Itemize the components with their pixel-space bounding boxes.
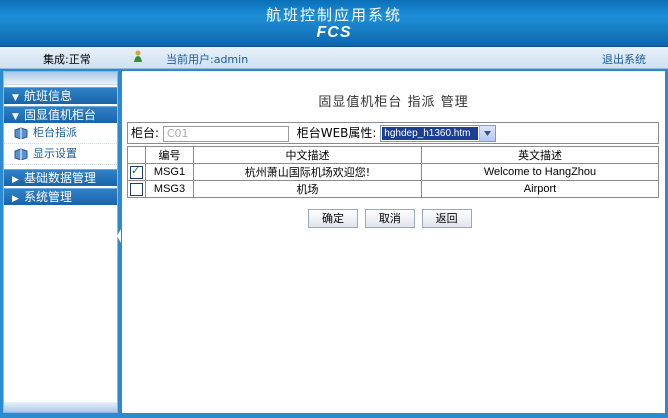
page-title: 固显值机柜台 指派 管理 — [318, 95, 469, 110]
sidebar-item-label: 航班信息 — [24, 89, 73, 103]
table-row: MSG1 杭州萧山国际机场欢迎您! Welcome to HangZhou — [127, 163, 659, 181]
status-bar: 集成:正常 当前用户:admin 退出系统 — [0, 47, 668, 69]
app-logo: FCS — [316, 24, 352, 41]
cancel-button[interactable]: 取消 — [364, 209, 415, 228]
book-icon — [14, 127, 28, 140]
counter-input[interactable] — [162, 125, 289, 142]
back-button[interactable]: 返回 — [421, 209, 472, 228]
row-id: MSG1 — [145, 163, 194, 181]
web-attr-label: 柜台WEB属性: — [296, 126, 377, 140]
sidebar-item-flight-info[interactable]: ▼ 航班信息 — [4, 87, 117, 104]
sidebar-subitem-label: 柜台指派 — [33, 126, 77, 139]
sidebar-item-base-data[interactable]: ▶ 基础数据管理 — [4, 169, 117, 186]
app-header: 航班控制应用系统 FCS — [0, 0, 668, 47]
app-title: 航班控制应用系统 — [265, 6, 402, 24]
message-table: 编号 中文描述 英文描述 MSG1 杭州萧山国际机场欢迎您! Welcome t… — [127, 146, 659, 198]
sidebar-item-system-admin[interactable]: ▶ 系统管理 — [4, 188, 117, 205]
sidebar: ▼ 航班信息 ▼ 固显值机柜台 柜台指派 显示设置 ▶ 基础数据管理 ▶ 系统管理 — [3, 71, 118, 413]
confirm-button[interactable]: 确定 — [308, 209, 358, 228]
sidebar-item-label: 系统管理 — [24, 190, 73, 204]
chevron-right-icon: ▶ — [12, 175, 19, 185]
row-checkbox[interactable] — [130, 164, 143, 179]
book-icon — [14, 148, 28, 161]
column-header-chinese: 中文描述 — [193, 146, 422, 164]
row-checkbox[interactable] — [130, 182, 143, 196]
row-select-cell — [127, 180, 146, 198]
sidebar-subitem-label: 显示设置 — [33, 147, 77, 160]
column-header-english: 英文描述 — [421, 146, 659, 164]
counter-form: 柜台: 柜台WEB属性: hghdep_h1360.htm — [127, 122, 659, 144]
row-id: MSG3 — [145, 180, 194, 198]
web-attr-selected-value: hghdep_h1360.htm — [382, 127, 479, 140]
table-row: MSG3 机场 Airport — [127, 180, 659, 198]
column-header-select — [127, 146, 146, 164]
user-icon — [134, 50, 142, 62]
row-chinese-desc: 杭州萧山国际机场欢迎您! — [193, 163, 422, 181]
row-select-cell — [127, 163, 146, 181]
sidebar-subitem-counter-assign[interactable]: 柜台指派 — [4, 123, 117, 144]
sidebar-subitem-display-settings[interactable]: 显示设置 — [4, 144, 117, 165]
current-user: 当前用户:admin — [166, 53, 249, 66]
counter-label: 柜台: — [131, 126, 160, 140]
row-chinese-desc: 机场 — [193, 180, 422, 198]
sidebar-top-bar — [4, 72, 117, 85]
logout-link[interactable]: 退出系统 — [602, 51, 646, 67]
sidebar-bottom-bar — [4, 402, 117, 412]
row-english-desc: Welcome to HangZhou — [421, 163, 659, 181]
chevron-down-icon: ▼ — [12, 93, 19, 103]
integration-status: 集成:正常 — [43, 53, 91, 66]
main-panel: 固显值机柜台 指派 管理 柜台: 柜台WEB属性: hghdep_h1360.h… — [122, 71, 665, 413]
column-header-id: 编号 — [145, 146, 194, 164]
table-header-row: 编号 中文描述 英文描述 — [127, 146, 659, 164]
counter-form-row: 柜台: 柜台WEB属性: hghdep_h1360.htm — [127, 122, 659, 144]
collapse-sidebar-icon[interactable] — [117, 229, 121, 243]
sidebar-item-fixed-counter[interactable]: ▼ 固显值机柜台 — [4, 106, 117, 123]
action-buttons: 确定 取消 返回 — [308, 209, 475, 228]
chevron-right-icon: ▶ — [12, 194, 19, 204]
web-attr-select[interactable]: hghdep_h1360.htm — [380, 125, 497, 142]
chevron-down-icon[interactable] — [479, 126, 496, 141]
row-english-desc: Airport — [421, 180, 659, 198]
sidebar-item-label: 固显值机柜台 — [24, 108, 97, 122]
sidebar-item-label: 基础数据管理 — [24, 171, 97, 185]
content-frame: ▼ 航班信息 ▼ 固显值机柜台 柜台指派 显示设置 ▶ 基础数据管理 ▶ 系统管理 固显… — [0, 69, 668, 418]
